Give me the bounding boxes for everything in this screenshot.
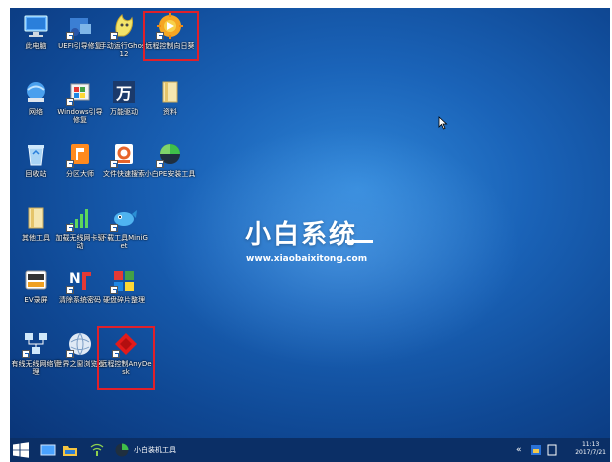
tray-network-icon[interactable]	[546, 438, 558, 462]
shortcut-arrow-icon	[66, 32, 74, 40]
desktop-icon-label: 下载工具MiniGet	[100, 234, 148, 250]
desktop[interactable]: 此电脑 UEFI引导修复 手动运行Ghost12 远程控制向日葵 网络 Wind…	[10, 8, 610, 438]
mouse-cursor-icon	[438, 115, 448, 134]
desktop-icon-pe-install[interactable]: 小白PE安装工具	[144, 140, 196, 178]
wireless-signal-icon	[66, 204, 94, 232]
pe-install-icon	[115, 443, 129, 457]
network-icon	[22, 78, 50, 106]
shortcut-arrow-icon	[110, 160, 118, 168]
brand-title-text: 小白系统	[245, 220, 358, 250]
shortcut-arrow-icon	[156, 160, 164, 168]
shortcut-arrow-icon	[110, 32, 118, 40]
ev-record-icon	[22, 266, 50, 294]
taskbar: 小白装机工具 « 11:13 2017/7/21	[10, 438, 610, 462]
ghost-icon	[110, 12, 138, 40]
desktop-icon-label: 文件快速搜索	[103, 170, 145, 178]
highlight-box-sunflower	[143, 11, 199, 61]
brand-url: www.xiaobaixitong.com	[246, 254, 368, 264]
shortcut-arrow-icon	[66, 350, 74, 358]
folder-icon	[63, 446, 77, 456]
shortcut-arrow-icon	[66, 286, 74, 294]
computer-icon	[22, 12, 50, 40]
app-tray-icon	[531, 445, 541, 455]
shortcut-arrow-icon	[66, 160, 74, 168]
desktop-icon-label: 硬盘碎片整理	[103, 296, 145, 304]
clear-password-icon: N	[66, 266, 94, 294]
tools-folder-icon	[22, 204, 50, 232]
windows-boot-repair-icon	[66, 78, 94, 106]
taskbar-folder-button[interactable]	[62, 438, 78, 462]
browser-globe-icon	[66, 330, 94, 358]
brand-underline	[345, 240, 373, 243]
document-icon	[547, 444, 557, 456]
shortcut-arrow-icon	[66, 98, 74, 106]
desktop-icon-label: 小白PE安装工具	[144, 170, 196, 178]
svg-text:万: 万	[115, 84, 132, 103]
highlight-box-anydesk	[97, 326, 155, 390]
desktop-icon-defrag[interactable]: 硬盘碎片整理	[98, 266, 150, 304]
tray-overflow-button[interactable]: «	[516, 438, 522, 462]
recycle-bin-icon	[22, 140, 50, 168]
desktop-icon-label: 资料	[163, 108, 177, 116]
wifi-icon	[90, 443, 104, 456]
chevron-left-icon: «	[516, 445, 522, 455]
wan-driver-icon: 万	[110, 78, 138, 106]
tray-app-icon[interactable]	[530, 438, 542, 462]
shortcut-arrow-icon	[110, 224, 118, 232]
window-icon	[40, 444, 56, 456]
shortcut-arrow-icon	[110, 286, 118, 294]
net-manager-icon	[22, 330, 50, 358]
pe-install-icon	[156, 140, 184, 168]
defrag-icon	[110, 266, 138, 294]
folder-icon	[156, 78, 184, 106]
shortcut-arrow-icon	[22, 350, 30, 358]
taskbar-explorer-button[interactable]	[40, 438, 56, 462]
screen: 此电脑 UEFI引导修复 手动运行Ghost12 远程控制向日葵 网络 Wind…	[0, 0, 612, 462]
desktop-icon-wan-driver[interactable]: 万 万能驱动	[98, 78, 150, 116]
svg-text:N: N	[69, 271, 81, 287]
desktop-icon-docs[interactable]: 资料	[144, 78, 196, 116]
desktop-icon-label: 万能驱动	[110, 108, 138, 116]
desktop-icon-miniget[interactable]: 下载工具MiniGet	[98, 204, 150, 250]
miniget-icon	[110, 204, 138, 232]
uefi-repair-icon	[66, 12, 94, 40]
clock-date: 2017/7/21	[575, 449, 606, 456]
taskbar-app-button[interactable]: 小白装机工具	[114, 438, 176, 462]
taskbar-app-label: 小白装机工具	[134, 446, 176, 454]
file-search-icon	[110, 140, 138, 168]
start-button[interactable]	[12, 438, 30, 462]
partition-master-icon	[66, 140, 94, 168]
shortcut-arrow-icon	[66, 224, 74, 232]
windows-logo-icon	[13, 442, 29, 458]
clock-time: 11:13	[581, 441, 600, 448]
desktop-icon-file-search[interactable]: 文件快速搜索	[98, 140, 150, 178]
brand-title: 小白系统	[245, 214, 373, 251]
tray-clock[interactable]: 11:13 2017/7/21	[575, 441, 606, 457]
taskbar-wifi-icon-button[interactable]	[88, 438, 106, 462]
